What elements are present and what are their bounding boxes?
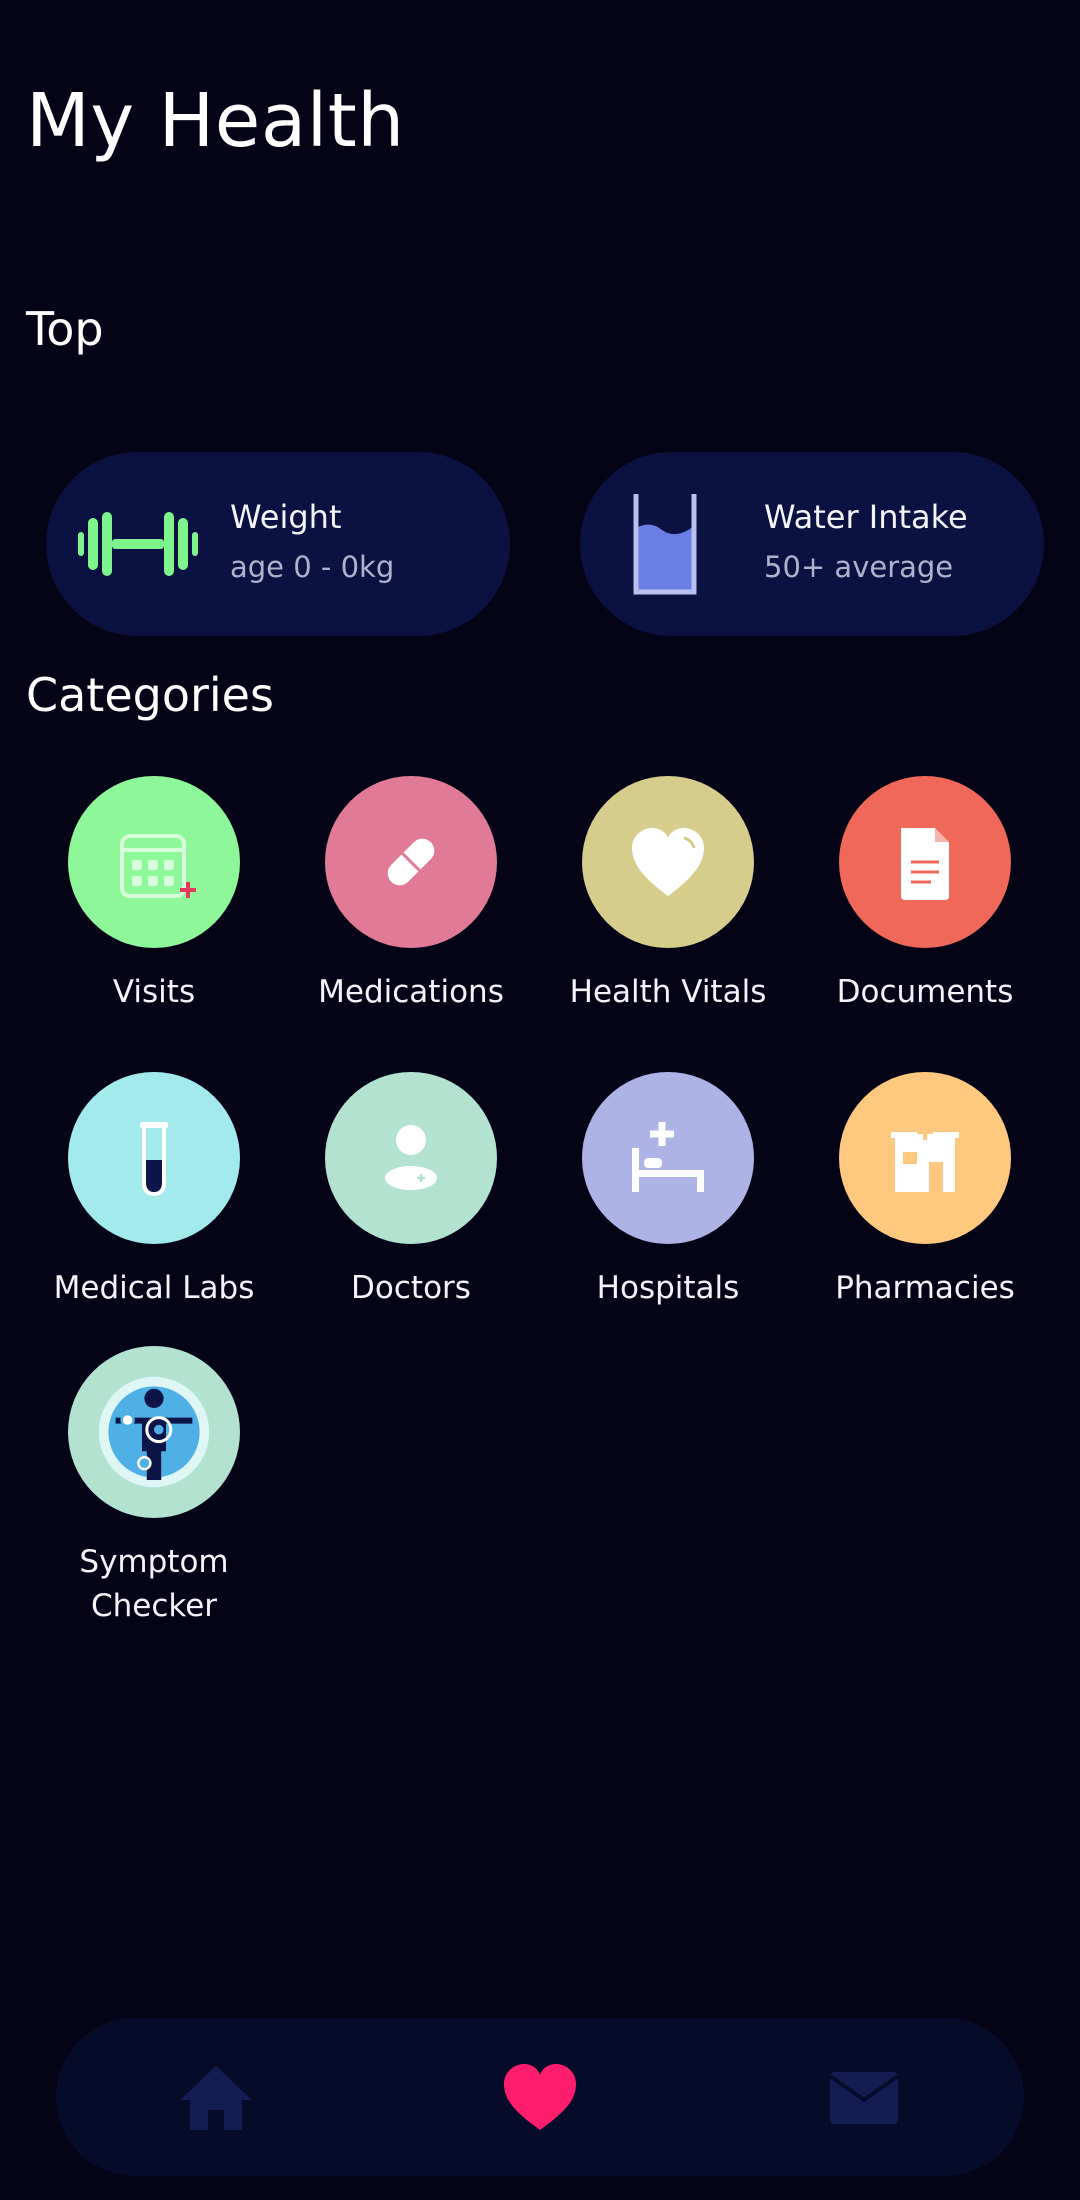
heart-icon[interactable] — [500, 2060, 580, 2134]
category-doctors[interactable]: Doctors — [283, 1072, 539, 1310]
weight-card[interactable]: Weight age 0 - 0kg — [46, 452, 510, 636]
heart-icon — [632, 828, 704, 896]
category-label: Medications — [318, 974, 504, 1010]
category-health-vitals[interactable]: Health Vitals — [540, 776, 796, 1014]
category-visits[interactable]: Visits — [26, 776, 282, 1014]
water-intake-label: Water Intake — [764, 498, 968, 536]
medical-labs-icon-circle — [68, 1072, 240, 1244]
test-tube-icon — [140, 1122, 168, 1197]
water-intake-card[interactable]: Water Intake 50+ average — [580, 452, 1044, 636]
health-vitals-icon-circle — [582, 776, 754, 948]
category-label: Health Vitals — [569, 974, 767, 1010]
bottom-navigation — [56, 2018, 1024, 2176]
section-title-categories: Categories — [26, 668, 274, 722]
water-intake-subtext: 50+ average — [764, 550, 954, 584]
doctors-icon-circle — [325, 1072, 497, 1244]
category-label: Medical Labs — [53, 1270, 255, 1306]
category-label: Visits — [112, 974, 196, 1010]
document-icon — [901, 828, 949, 900]
weight-label: Weight — [230, 498, 342, 536]
hospital-bed-icon — [632, 1122, 704, 1192]
category-pharmacies[interactable]: Pharmacies — [797, 1072, 1053, 1310]
doctor-icon — [385, 1125, 437, 1190]
water-glass-icon — [633, 494, 697, 595]
weight-subtext: age 0 - 0kg — [230, 550, 395, 584]
dumbbell-icon — [78, 512, 198, 576]
calendar-plus-icon — [120, 834, 196, 898]
category-label: Doctors — [351, 1270, 471, 1306]
documents-icon-circle — [839, 776, 1011, 948]
category-hospitals[interactable]: Hospitals — [540, 1072, 796, 1310]
pharmacy-icon — [891, 1124, 959, 1192]
category-medical-labs[interactable]: Medical Labs — [26, 1072, 282, 1310]
hospitals-icon-circle — [582, 1072, 754, 1244]
medications-icon-circle — [325, 776, 497, 948]
visits-icon-circle — [68, 776, 240, 948]
body-scan-icon — [98, 1376, 210, 1488]
section-title-top: Top — [26, 302, 104, 356]
pill-icon — [387, 838, 435, 886]
pharmacies-icon-circle — [839, 1072, 1011, 1244]
home-icon[interactable] — [176, 2060, 256, 2134]
category-symptom-checker[interactable]: Symptom Checker — [26, 1346, 282, 1628]
page-title: My Health — [26, 78, 405, 164]
mail-icon[interactable] — [824, 2060, 904, 2134]
category-documents[interactable]: Documents — [797, 776, 1053, 1014]
symptom-checker-icon-circle — [68, 1346, 240, 1518]
category-label: Hospitals — [596, 1270, 740, 1306]
category-label: Pharmacies — [835, 1270, 1015, 1306]
category-medications[interactable]: Medications — [283, 776, 539, 1014]
category-label: Documents — [836, 974, 1014, 1010]
category-label: Symptom Checker — [79, 1544, 229, 1624]
